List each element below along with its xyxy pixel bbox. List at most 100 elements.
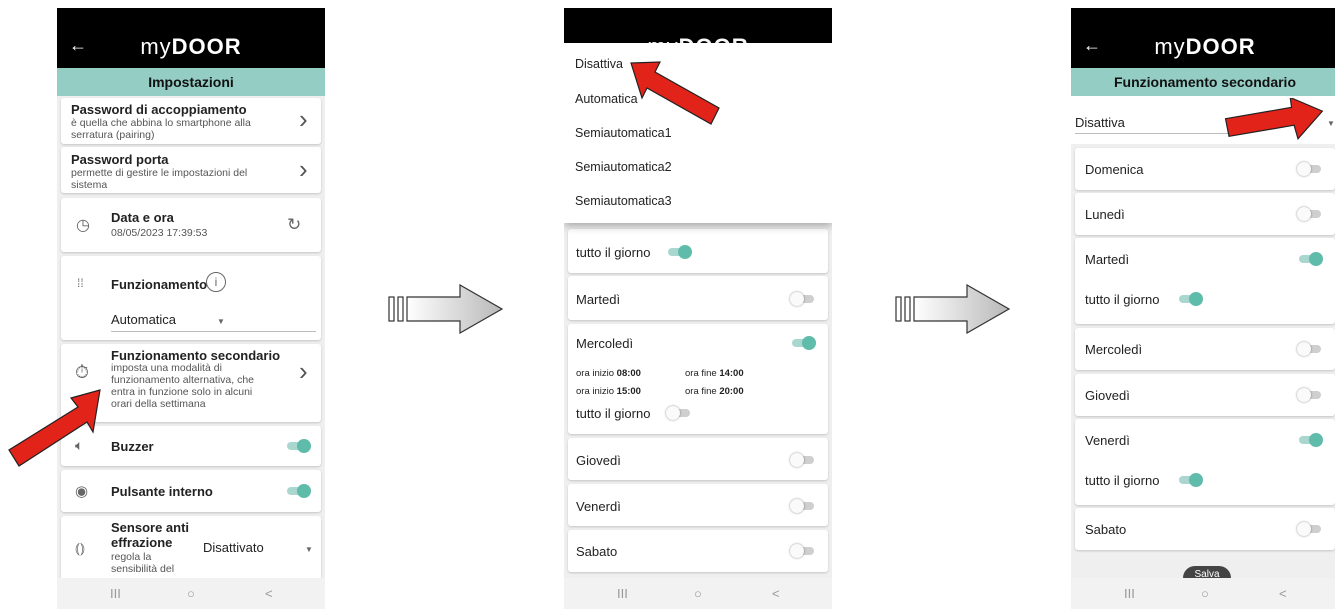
pairing-desc-1: è quella che abbina lo smartphone alla: [71, 117, 251, 129]
day-label: Martedì: [576, 292, 621, 307]
red-arrow-pointer-2: [630, 61, 720, 125]
day-label: Domenica: [1085, 162, 1144, 177]
back-nav-icon[interactable]: <: [265, 586, 273, 601]
end-time-1[interactable]: ora fine 14:00: [685, 368, 744, 380]
allday-label: tutto il giorno: [576, 245, 651, 260]
thursday-toggle[interactable]: [790, 453, 816, 467]
app-logo: myDOOR: [1154, 34, 1256, 59]
allday-label: tutto il giorno: [576, 406, 651, 421]
select-underline: [1075, 133, 1237, 134]
option-semiautomatica2[interactable]: Semiautomatica2: [575, 160, 672, 174]
buzzer-toggle[interactable]: [285, 439, 311, 453]
thursday-toggle[interactable]: [1297, 388, 1323, 402]
friday-toggle[interactable]: [790, 499, 816, 513]
allday-toggle[interactable]: [666, 245, 692, 259]
red-arrow-pointer-1: [8, 389, 101, 467]
door-password-item[interactable]: Password porta permette di gestire le im…: [61, 147, 321, 193]
monday-toggle[interactable]: [1297, 207, 1323, 221]
day-label: Martedì: [1085, 252, 1130, 267]
flow-arrow-2: [895, 284, 1011, 334]
day-row-tuesday: Martedì: [568, 276, 828, 320]
home-icon[interactable]: ○: [1201, 586, 1209, 601]
saturday-toggle[interactable]: [790, 544, 816, 558]
pairing-desc-2: serratura (pairing): [71, 129, 155, 141]
day-row-saturday: Sabato: [568, 530, 828, 572]
flow-arrow-1: [388, 284, 504, 334]
page-title: Impostazioni: [57, 68, 325, 96]
tuesday-toggle[interactable]: [790, 292, 816, 306]
tamper-desc-1: regola la: [111, 551, 152, 563]
option-semiautomatica1[interactable]: Semiautomatica1: [575, 126, 672, 140]
day-row-thursday: Giovedì: [1075, 374, 1335, 416]
day-label: Mercoledì: [1085, 342, 1143, 357]
chevron-right-icon: ›: [299, 104, 308, 134]
tamper-desc-2: sensibilità del: [111, 563, 175, 575]
allday-toggle[interactable]: [1177, 292, 1203, 306]
tamper-select-value[interactable]: Disattivato: [203, 540, 264, 555]
timer-icon: ⏱: [75, 362, 90, 382]
internal-button-toggle[interactable]: [285, 484, 311, 498]
saturday-toggle[interactable]: [1297, 522, 1323, 536]
app-logo: myDOOR: [140, 34, 242, 59]
clock-icon: ◷: [76, 217, 90, 234]
allday-label: tutto il giorno: [1085, 292, 1160, 307]
back-nav-icon[interactable]: <: [1279, 586, 1287, 601]
secondary-desc-2: funzionamento alternativa, che: [111, 374, 255, 386]
door-desc-2: sistema: [71, 179, 108, 191]
day-label: Venerdì: [1085, 433, 1130, 448]
wednesday-toggle[interactable]: [1297, 342, 1323, 356]
refresh-icon[interactable]: ↻: [287, 215, 301, 235]
caret-down-icon: ▼: [1327, 119, 1335, 128]
allday-toggle[interactable]: [1177, 473, 1203, 487]
tamper-title-2: effrazione: [111, 535, 173, 550]
app-header: ← myDOOR: [57, 8, 325, 68]
day-row-thursday: Giovedì: [568, 438, 828, 480]
start-time-1[interactable]: ora inizio 08:00: [576, 368, 641, 380]
radio-button-icon: ◉: [75, 483, 89, 500]
day-row-wednesday: Mercoledì: [1075, 328, 1335, 370]
mode-select-value[interactable]: Automatica: [111, 312, 176, 327]
recent-apps-icon[interactable]: III: [1124, 586, 1135, 601]
day-label: Venerdì: [576, 499, 621, 514]
start-time-2[interactable]: ora inizio 15:00: [576, 386, 641, 398]
select-underline: [111, 331, 316, 332]
buzzer-label: Buzzer: [111, 439, 154, 454]
allday-row: tutto il giorno: [568, 229, 828, 273]
system-nav-bar: III ○ <: [564, 578, 832, 609]
door-title: Password porta: [71, 152, 169, 167]
info-icon[interactable]: i: [206, 272, 226, 292]
allday-toggle[interactable]: [666, 406, 692, 420]
sunday-toggle[interactable]: [1297, 162, 1323, 176]
day-row-monday: Lunedì: [1075, 193, 1335, 235]
keypad-icon: ⁞⁞: [77, 276, 84, 290]
select-value: Disattiva: [1075, 115, 1125, 130]
secondary-desc-1: imposta una modalità di: [111, 362, 222, 374]
home-icon[interactable]: ○: [694, 586, 702, 601]
wednesday-toggle[interactable]: [790, 336, 816, 350]
allday-label: tutto il giorno: [1085, 473, 1160, 488]
day-label: Lunedì: [1085, 207, 1125, 222]
recent-apps-icon[interactable]: III: [110, 586, 121, 601]
end-time-2[interactable]: ora fine 20:00: [685, 386, 744, 398]
day-label: Sabato: [576, 544, 618, 559]
day-row-wednesday: Mercoledì ora inizio 08:00 ora fine 14:0…: [568, 324, 828, 434]
day-row-friday: Venerdì: [568, 484, 828, 526]
home-icon[interactable]: ○: [187, 586, 195, 601]
tamper-title-1: Sensore anti: [111, 520, 190, 535]
phone-screen-settings: ← myDOOR Impostazioni Password di accopp…: [57, 8, 325, 609]
tamper-sensor-item: ⦅⦆ Sensore anti effrazione regola la sen…: [61, 516, 321, 580]
tuesday-toggle[interactable]: [1297, 252, 1323, 266]
recent-apps-icon[interactable]: III: [617, 586, 628, 601]
secondary-desc-3: entra in funzione solo in alcuni: [111, 386, 253, 398]
friday-toggle[interactable]: [1297, 433, 1323, 447]
day-label: Giovedì: [1085, 388, 1130, 403]
option-disattiva[interactable]: Disattiva: [575, 57, 623, 71]
back-nav-icon[interactable]: <: [772, 586, 780, 601]
day-row-friday: Venerdì tutto il giorno: [1075, 419, 1335, 505]
option-semiautomatica3[interactable]: Semiautomatica3: [575, 194, 672, 208]
secondary-title: Funzionamento secondario: [111, 348, 281, 363]
pairing-password-item[interactable]: Password di accoppiamento è quella che a…: [61, 98, 321, 144]
internal-button-item: ◉ Pulsante interno: [61, 470, 321, 512]
caret-down-icon: ▼: [305, 545, 313, 554]
chevron-right-icon: ›: [299, 154, 308, 184]
